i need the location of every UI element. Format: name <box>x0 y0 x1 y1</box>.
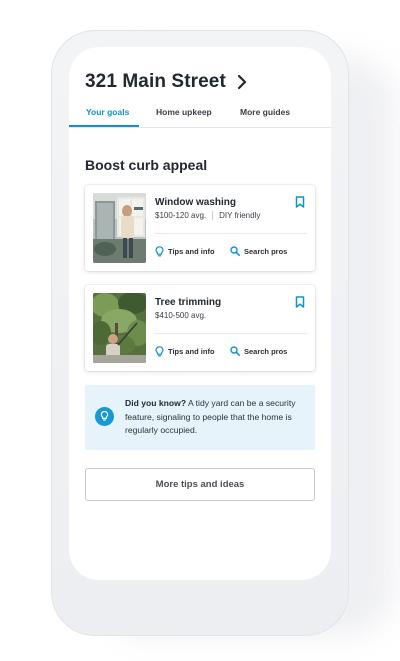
tip-heading: Did you know? <box>125 398 187 408</box>
tips-and-info-label: Tips and info <box>168 347 215 356</box>
page-title: 321 Main Street <box>85 71 226 92</box>
price-range: $100-120 avg. <box>155 211 207 220</box>
search-pros-link[interactable]: Search pros <box>230 246 287 256</box>
search-icon <box>230 246 240 256</box>
tips-and-info-label: Tips and info <box>168 247 215 256</box>
more-tips-button[interactable]: More tips and ideas <box>85 468 315 501</box>
tab-bar: Your goals Home upkeep More guides <box>69 105 331 128</box>
card-divider <box>155 333 307 334</box>
tip-text: Did you know? A tidy yard can be a secur… <box>125 397 305 438</box>
device-stage: 321 Main Street Your goals Home upkeep M… <box>0 0 400 661</box>
diy-badge: DIY friendly <box>219 211 261 220</box>
bookmark-icon[interactable] <box>295 296 305 308</box>
search-pros-label: Search pros <box>244 346 288 356</box>
lightbulb-icon <box>155 346 164 357</box>
card-title: Window washing <box>155 197 237 208</box>
goal-card-tree-trimming[interactable]: Tree trimming $410-500 avg. Tips and inf… <box>85 285 315 371</box>
section-title: Boost curb appeal <box>85 157 208 173</box>
card-meta: $410-500 avg. <box>155 311 206 320</box>
tree-trimming-photo <box>93 293 146 363</box>
tab-more-guides[interactable]: More guides <box>240 107 290 117</box>
bookmark-icon[interactable] <box>295 196 305 208</box>
goal-card-window-washing[interactable]: Window washing $100-120 avg. DIY friendl… <box>85 185 315 271</box>
card-divider <box>155 233 307 234</box>
search-pros-link[interactable]: Search pros <box>230 346 287 356</box>
tips-and-info-link[interactable]: Tips and info <box>155 246 215 257</box>
tab-home-upkeep[interactable]: Home upkeep <box>156 107 212 117</box>
card-title: Tree trimming <box>155 297 222 308</box>
app-screen: 321 Main Street Your goals Home upkeep M… <box>69 47 331 580</box>
did-you-know-tip: Did you know? A tidy yard can be a secur… <box>85 385 315 450</box>
address-header[interactable]: 321 Main Street <box>85 71 248 93</box>
lightbulb-icon <box>155 246 164 257</box>
lightbulb-icon <box>95 407 114 426</box>
active-tab-indicator <box>69 125 139 127</box>
search-icon <box>230 346 240 356</box>
chevron-right-icon <box>237 74 247 90</box>
price-range: $410-500 avg. <box>155 311 207 320</box>
window-washing-photo <box>93 193 146 263</box>
meta-divider <box>212 211 214 220</box>
tips-and-info-link[interactable]: Tips and info <box>155 346 215 357</box>
tab-your-goals[interactable]: Your goals <box>86 107 129 117</box>
search-pros-label: Search pros <box>244 246 288 256</box>
card-meta: $100-120 avg. DIY friendly <box>155 211 260 220</box>
